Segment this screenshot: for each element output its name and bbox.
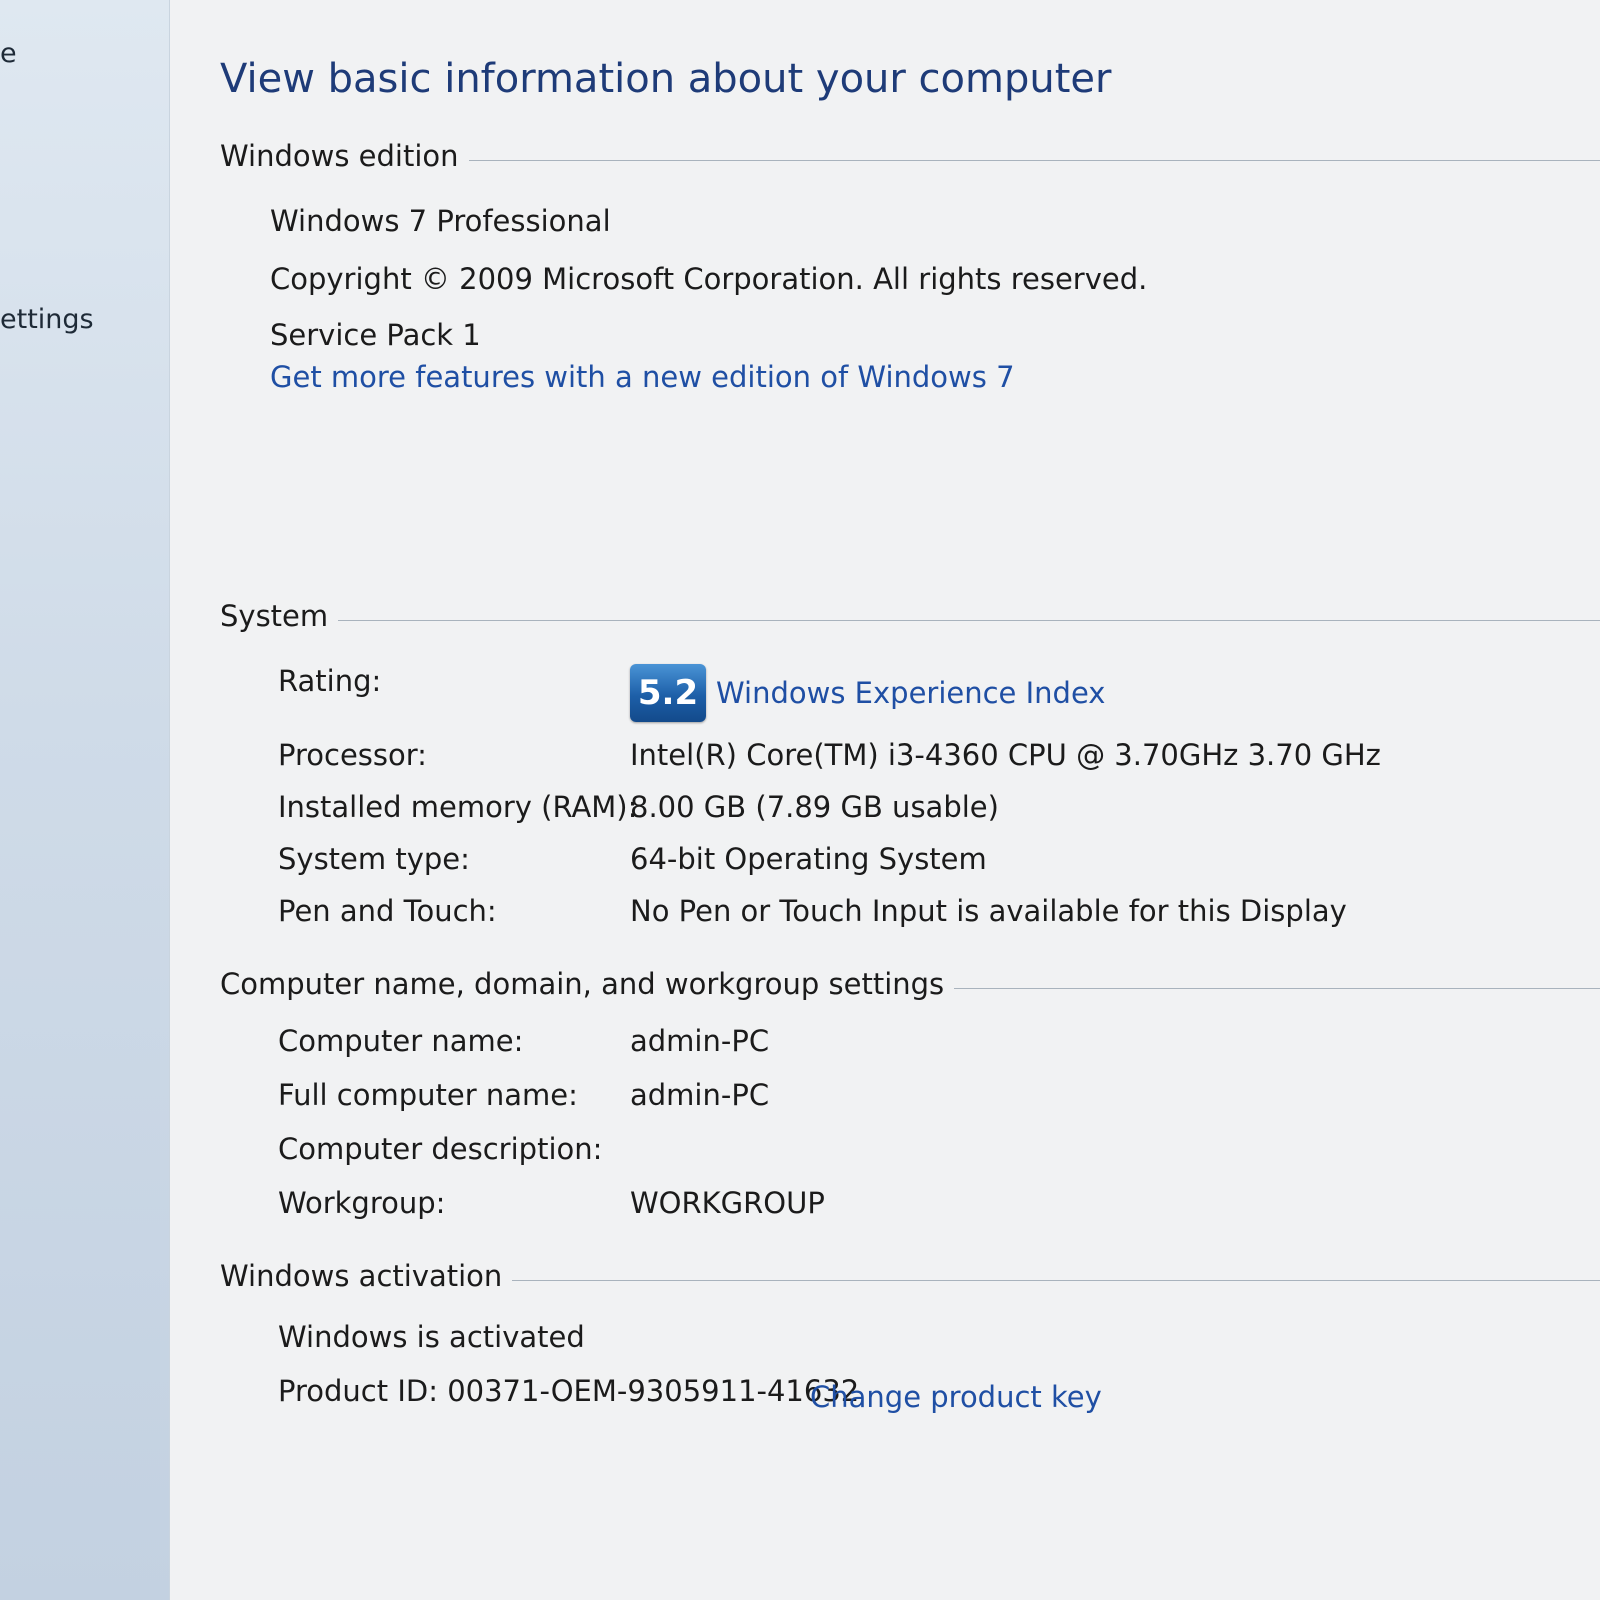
- system-header: System: [220, 599, 329, 633]
- sidebar-fragment-top[interactable]: e: [0, 38, 17, 69]
- product-id: Product ID: 00371-OEM-9305911-41632: [278, 1374, 860, 1408]
- full-computer-name-value: admin-PC: [630, 1078, 770, 1112]
- main-content: View basic information about your comput…: [170, 0, 1600, 1600]
- system-type-value: 64-bit Operating System: [630, 842, 987, 876]
- memory-value: 8.00 GB (7.89 GB usable): [630, 790, 999, 824]
- section-divider: [954, 987, 1600, 989]
- system-properties-window: e ettings View basic information about y…: [0, 0, 1600, 1600]
- processor-label: Processor:: [278, 738, 427, 772]
- experience-index-link[interactable]: Windows Experience Index: [716, 676, 1105, 710]
- windows-edition-header: Windows edition: [220, 139, 459, 173]
- computer-description-label: Computer description:: [278, 1132, 603, 1166]
- change-product-key-link[interactable]: Change product key: [810, 1380, 1102, 1414]
- edition-name: Windows 7 Professional: [270, 204, 611, 238]
- upgrade-edition-link[interactable]: Get more features with a new edition of …: [270, 360, 1015, 394]
- sidebar-fragment-settings[interactable]: ettings: [0, 304, 94, 335]
- section-divider: [338, 619, 1600, 621]
- pen-touch-value: No Pen or Touch Input is available for t…: [630, 894, 1347, 928]
- rating-value: 5.2 Windows Experience Index: [630, 664, 1105, 722]
- pen-touch-label: Pen and Touch:: [278, 894, 497, 928]
- computer-name-header: Computer name, domain, and workgroup set…: [220, 967, 945, 1001]
- rating-label: Rating:: [278, 664, 382, 698]
- service-pack: Service Pack 1: [270, 318, 481, 352]
- page-title: View basic information about your comput…: [220, 56, 1112, 102]
- left-navigation-pane: e ettings: [0, 0, 170, 1600]
- activation-section-header: Windows activation: [220, 1256, 1600, 1296]
- system-type-label: System type:: [278, 842, 470, 876]
- windows-edition-section-header: Windows edition: [220, 136, 1600, 176]
- activation-status: Windows is activated: [278, 1320, 585, 1354]
- computer-name-label: Computer name:: [278, 1024, 524, 1058]
- section-divider: [512, 1279, 1600, 1281]
- activation-header: Windows activation: [220, 1259, 503, 1293]
- workgroup-label: Workgroup:: [278, 1186, 446, 1220]
- experience-index-badge[interactable]: 5.2: [630, 664, 706, 722]
- copyright-text: Copyright © 2009 Microsoft Corporation. …: [270, 262, 1148, 296]
- processor-value: Intel(R) Core(TM) i3-4360 CPU @ 3.70GHz …: [630, 738, 1381, 772]
- full-computer-name-label: Full computer name:: [278, 1078, 578, 1112]
- computer-name-section-header: Computer name, domain, and workgroup set…: [220, 964, 1600, 1004]
- memory-label: Installed memory (RAM):: [278, 790, 638, 824]
- computer-name-value: admin-PC: [630, 1024, 770, 1058]
- system-section-header: System: [220, 596, 1600, 636]
- workgroup-value: WORKGROUP: [630, 1186, 825, 1220]
- section-divider: [468, 159, 1600, 161]
